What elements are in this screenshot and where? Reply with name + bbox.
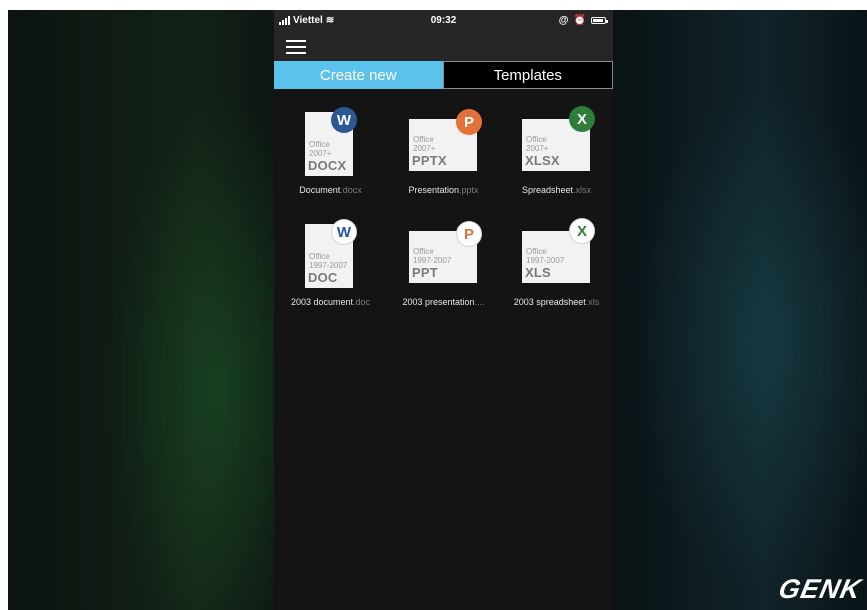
icon-line-1: Office [413,135,434,144]
tab-bar: Create new Templates [274,61,613,89]
file-extension: .docx [340,185,362,195]
battery-icon [591,17,608,24]
genk-watermark-logo: GENK [775,574,865,604]
file-item[interactable]: Office 1997-2007 PPT P 2003 presentation.... [387,217,500,317]
icon-line-2: 1997-2007 [526,256,565,265]
icon-format-label: XLSX [525,153,560,168]
icon-line-2: 1997-2007 [309,261,348,270]
icon-format-label: DOC [308,270,338,285]
alarm-icon: ⏰ [573,15,586,26]
file-name: 2003 document [290,297,354,307]
icon-format-label: DOCX [308,158,347,173]
file-item[interactable]: Office 2007+ DOCX W Document.docx [274,105,387,205]
file-item[interactable]: Office 2007+ PPTX P Presentation.pptx [387,105,500,205]
file-name: Spreadsheet [521,185,574,195]
app-badge-icon: W [331,219,357,245]
hamburger-icon[interactable] [286,39,306,55]
phone-screen: Viettel ≋ 09:32 @ ⏰ Create new Templates… [274,10,613,610]
app-badge-icon: P [456,221,482,247]
icon-line-2: 1997-2007 [413,256,452,265]
file-item[interactable]: Office 2007+ XLSX X Spreadsheet.xlsx [500,105,613,205]
app-badge-icon: X [569,106,595,132]
icon-format-label: XLS [525,265,551,280]
icon-line-1: Office [526,135,547,144]
file-name-label: Document.docx [274,185,387,195]
icon-line-1: Office [309,252,330,261]
file-extension: .pptx [459,185,479,195]
icon-line-1: Office [309,140,330,149]
icon-line-1: Office [526,247,547,256]
at-icon: @ [558,15,569,26]
icon-format-label: PPT [412,265,438,280]
file-name: 2003 presentation [402,297,475,307]
file-name-label: Presentation.pptx [387,185,500,195]
icon-line-2: 2007+ [413,144,436,153]
file-name: Presentation [408,185,460,195]
app-badge-icon: X [569,218,595,244]
status-right: @ ⏰ [558,15,608,26]
icon-line-2: 2007+ [309,149,332,158]
file-name-label: Spreadsheet.xlsx [500,185,613,195]
tab-create-new[interactable]: Create new [274,61,443,89]
file-name-label: 2003 presentation.... [387,297,500,307]
file-item[interactable]: Office 1997-2007 XLS X 2003 spreadsheet.xls [500,217,613,317]
app-badge-icon: W [331,107,357,133]
file-name-label: 2003 document.doc [274,297,387,307]
file-name: Document [299,185,341,195]
file-extension: .doc [353,297,371,307]
icon-line-2: 2007+ [526,144,549,153]
app-badge-icon: P [456,109,482,135]
file-item[interactable]: Office 1997-2007 DOC W 2003 document.doc [274,217,387,317]
icon-format-label: PPTX [412,153,447,168]
file-extension: .xls [585,297,600,307]
file-name-label: 2003 spreadsheet.xls [500,297,613,307]
file-extension: .xlsx [573,185,592,195]
file-name: 2003 spreadsheet [513,297,586,307]
icon-line-1: Office [413,247,434,256]
file-extension: .... [474,297,485,307]
status-bar: Viettel ≋ 09:32 @ ⏰ [274,10,613,32]
tab-templates[interactable]: Templates [442,61,613,89]
